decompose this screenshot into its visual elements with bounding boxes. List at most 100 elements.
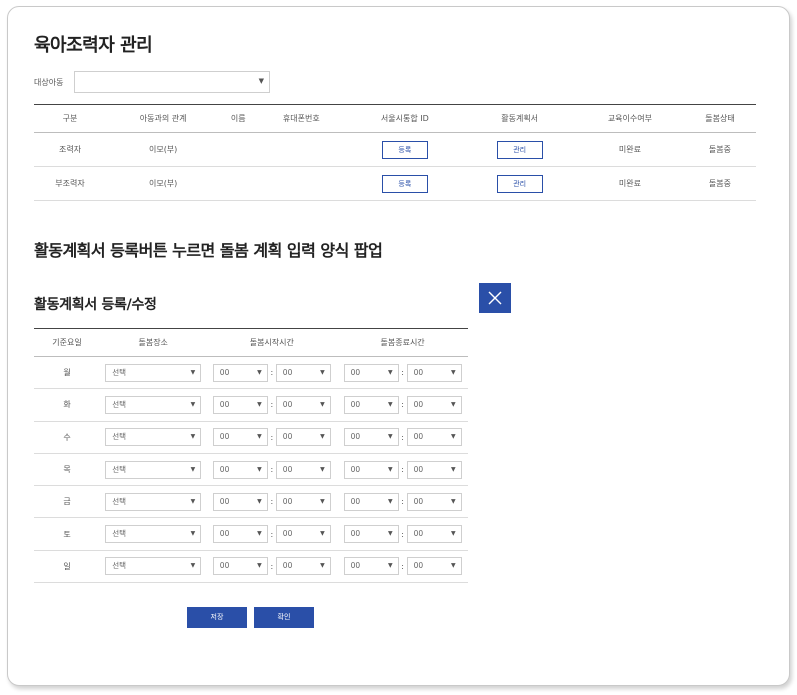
place-select-value: 선택 <box>112 496 127 506</box>
cell-name <box>220 166 257 201</box>
time-separator: : <box>270 432 274 442</box>
cell-edu: 미완료 <box>575 132 684 167</box>
confirm-button[interactable]: 확인 <box>254 607 314 628</box>
place-cell: 선택 ▼ <box>100 421 207 454</box>
column-header: 돌봄장소 <box>100 328 207 357</box>
close-icon <box>488 291 502 305</box>
start-minute-select[interactable]: 00 ▼ <box>275 557 331 576</box>
start-hour-select-value: 00 <box>219 561 230 571</box>
chevron-down-icon: ▼ <box>190 497 196 505</box>
start-minute-select[interactable]: 00 ▼ <box>275 363 331 382</box>
column-header: 서울시통합 ID <box>346 104 464 133</box>
end-minute-select-value: 00 <box>413 464 424 474</box>
chevron-down-icon: ▼ <box>450 465 456 473</box>
start-hour-select-value: 00 <box>219 464 230 474</box>
chevron-down-icon: ▼ <box>190 562 196 570</box>
column-header: 아동과의 관계 <box>106 104 221 133</box>
end-hour-select[interactable]: 00 ▼ <box>343 460 399 479</box>
end-minute-select[interactable]: 00 ▼ <box>406 492 462 511</box>
chevron-down-icon: ▼ <box>190 400 196 408</box>
cell-id: 등록 <box>346 132 464 167</box>
chevron-down-icon: ▼ <box>387 497 393 505</box>
manage-plan-button[interactable]: 관리 <box>496 174 543 193</box>
end-hour-select[interactable]: 00 ▼ <box>343 557 399 576</box>
start-minute-select[interactable]: 00 ▼ <box>275 492 331 511</box>
child-select[interactable]: ▼ <box>74 71 270 93</box>
chevron-down-icon: ▼ <box>450 562 456 570</box>
start-minute-select[interactable]: 00 ▼ <box>275 525 331 544</box>
start-time-cell: 00 ▼:00 ▼ <box>206 356 338 390</box>
end-minute-select[interactable]: 00 ▼ <box>406 460 462 479</box>
day-cell: 월 <box>34 356 100 390</box>
end-hour-select[interactable]: 00 ▼ <box>343 492 399 511</box>
start-hour-select[interactable]: 00 ▼ <box>212 492 268 511</box>
day-cell: 토 <box>34 517 100 551</box>
save-button[interactable]: 저장 <box>187 607 247 628</box>
day-cell: 수 <box>34 421 100 454</box>
chevron-down-icon: ▼ <box>320 433 325 441</box>
start-minute-select-value: 00 <box>282 399 293 409</box>
end-minute-select[interactable]: 00 ▼ <box>406 557 462 576</box>
place-select-value: 선택 <box>112 432 127 442</box>
start-hour-select[interactable]: 00 ▼ <box>212 363 268 382</box>
cell-relation: 이모(부) <box>106 132 221 167</box>
chevron-down-icon: ▼ <box>320 400 325 408</box>
end-time-cell: 00 ▼:00 ▼ <box>337 356 468 390</box>
end-hour-select[interactable]: 00 ▼ <box>343 395 399 414</box>
end-hour-select[interactable]: 00 ▼ <box>343 428 399 447</box>
chevron-down-icon: ▼ <box>387 530 393 538</box>
end-hour-select[interactable]: 00 ▼ <box>343 525 399 544</box>
start-minute-select[interactable]: 00 ▼ <box>275 428 331 447</box>
place-select[interactable]: 선택 ▼ <box>105 363 202 382</box>
close-button[interactable] <box>479 283 511 313</box>
time-separator: : <box>270 497 274 507</box>
place-select-value: 선택 <box>112 399 127 409</box>
end-hour-select-value: 00 <box>350 432 361 442</box>
page-title: 육아조력자 관리 <box>34 35 153 56</box>
end-hour-select[interactable]: 00 ▼ <box>343 363 399 382</box>
end-minute-select[interactable]: 00 ▼ <box>406 395 462 414</box>
column-header: 기준요일 <box>34 328 100 357</box>
time-separator: : <box>401 529 404 539</box>
start-minute-select[interactable]: 00 ▼ <box>275 460 331 479</box>
place-select[interactable]: 선택 ▼ <box>105 557 202 576</box>
chevron-down-icon: ▼ <box>257 465 262 473</box>
chevron-down-icon: ▼ <box>257 562 262 570</box>
end-hour-select-value: 00 <box>350 496 361 506</box>
end-hour-select-value: 00 <box>350 529 361 539</box>
end-minute-select[interactable]: 00 ▼ <box>406 363 462 382</box>
place-select-value: 선택 <box>112 529 127 539</box>
column-header: 교육이수여부 <box>575 104 684 133</box>
register-id-button[interactable]: 등록 <box>381 140 428 159</box>
chevron-down-icon: ▼ <box>190 368 196 376</box>
chevron-down-icon: ▼ <box>190 530 196 538</box>
place-select-value: 선택 <box>112 561 127 571</box>
place-select[interactable]: 선택 ▼ <box>105 395 202 414</box>
table-row: 화 선택 ▼ 00 ▼:00 ▼ 00 ▼:00 ▼ <box>34 388 468 422</box>
cell-phone <box>256 166 347 201</box>
place-cell: 선택 ▼ <box>100 517 207 551</box>
end-minute-select-value: 00 <box>413 529 424 539</box>
start-hour-select[interactable]: 00 ▼ <box>212 428 268 447</box>
start-minute-select[interactable]: 00 ▼ <box>275 395 331 414</box>
place-select[interactable]: 선택 ▼ <box>105 525 202 544</box>
place-select[interactable]: 선택 ▼ <box>105 492 202 511</box>
start-hour-select[interactable]: 00 ▼ <box>212 525 268 544</box>
end-minute-select[interactable]: 00 ▼ <box>406 525 462 544</box>
place-select[interactable]: 선택 ▼ <box>105 460 202 479</box>
start-time-cell: 00 ▼:00 ▼ <box>206 485 338 519</box>
start-hour-select[interactable]: 00 ▼ <box>212 557 268 576</box>
start-hour-select[interactable]: 00 ▼ <box>212 460 268 479</box>
manage-plan-button[interactable]: 관리 <box>496 140 543 159</box>
end-minute-select[interactable]: 00 ▼ <box>406 428 462 447</box>
column-header: 이름 <box>220 104 257 133</box>
register-id-button[interactable]: 등록 <box>381 174 428 193</box>
start-time-cell: 00 ▼:00 ▼ <box>206 453 338 487</box>
end-hour-select-value: 00 <box>350 561 361 571</box>
table-row: 목 선택 ▼ 00 ▼:00 ▼ 00 ▼:00 ▼ <box>34 453 468 487</box>
start-hour-select[interactable]: 00 ▼ <box>212 395 268 414</box>
start-time-cell: 00 ▼:00 ▼ <box>206 517 338 551</box>
end-minute-select-value: 00 <box>413 367 424 377</box>
chevron-down-icon: ▼ <box>320 530 325 538</box>
place-select[interactable]: 선택 ▼ <box>105 428 202 447</box>
